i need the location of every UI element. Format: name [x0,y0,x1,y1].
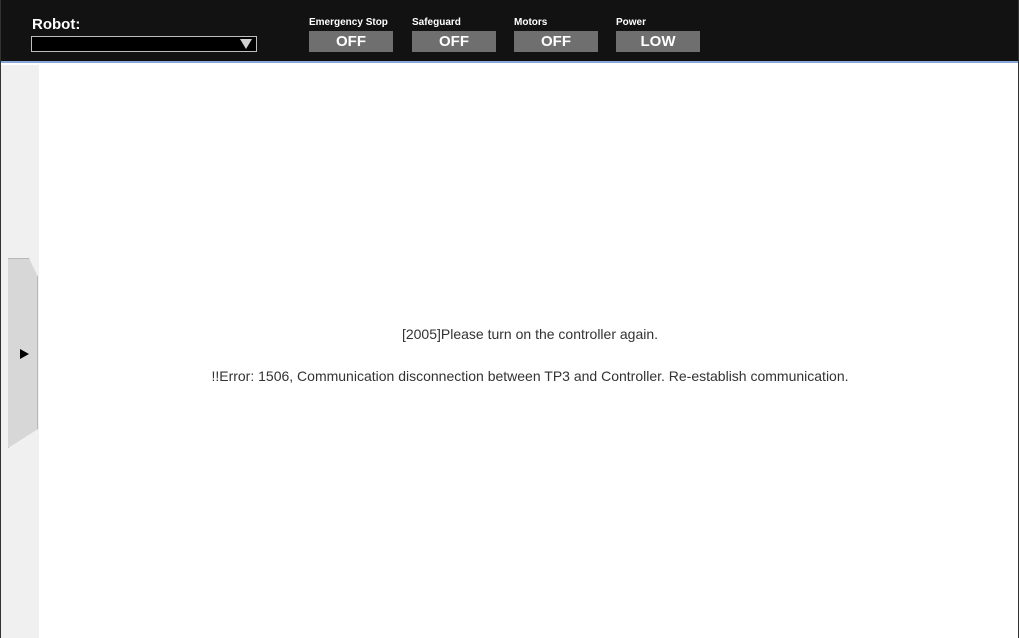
safeguard-status: Safeguard OFF [412,17,496,52]
error-message: !!Error: 1506, Communication disconnecti… [211,368,849,384]
sidebar-expand-tab[interactable] [8,258,38,448]
robot-label: Robot: [32,16,81,33]
app-window: Robot: Emergency Stop OFF Safeguard OFF … [0,0,1019,638]
robot-dropdown[interactable] [31,36,257,52]
emergency-stop-label: Emergency Stop [309,17,388,28]
top-toolbar: Robot: Emergency Stop OFF Safeguard OFF … [1,0,1018,63]
play-arrow-icon [20,349,29,359]
power-value: LOW [616,31,700,52]
power-status: Power LOW [616,17,700,52]
safeguard-value: OFF [412,31,496,52]
motors-label: Motors [514,17,548,28]
safeguard-label: Safeguard [412,17,461,28]
power-label: Power [616,17,647,28]
motors-value: OFF [514,31,598,52]
motors-status: Motors OFF [514,17,598,52]
chevron-down-icon [240,39,252,49]
emergency-stop-status: Emergency Stop OFF [309,17,393,52]
status-message: [2005]Please turn on the controller agai… [401,326,659,342]
emergency-stop-value: OFF [309,31,393,52]
